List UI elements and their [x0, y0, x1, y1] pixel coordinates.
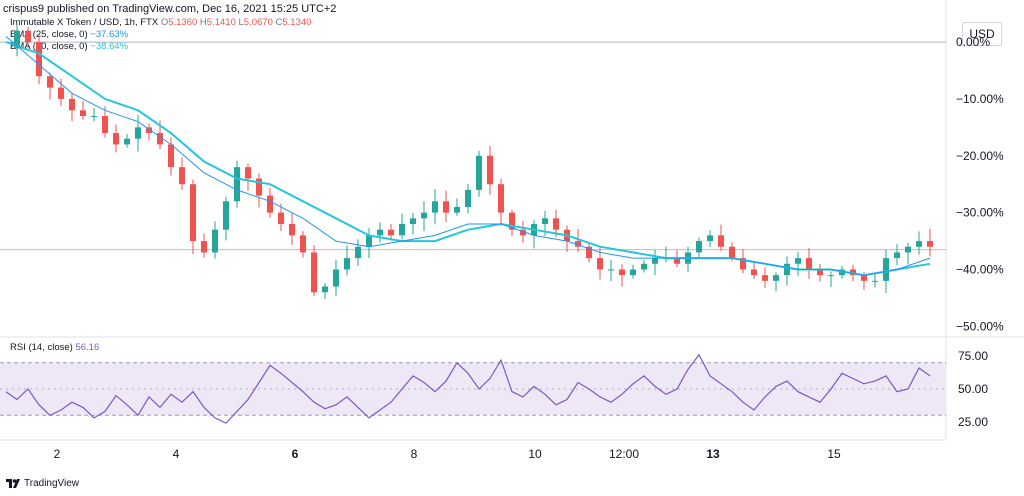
- candle-body: [772, 275, 780, 281]
- candle-body: [90, 116, 98, 117]
- candle-body: [827, 275, 835, 277]
- candle-body: [475, 155, 483, 190]
- candle-body: [596, 258, 604, 270]
- candle-body: [541, 218, 549, 224]
- time-tick-label: 2: [54, 447, 61, 461]
- candle-body: [233, 167, 241, 202]
- candle-body: [783, 263, 791, 276]
- candle-body: [376, 229, 384, 236]
- time-tick-label: 6: [292, 447, 299, 461]
- rsi-tick-label: 50.00: [958, 382, 988, 396]
- tradingview-logo-icon: [6, 479, 20, 488]
- rsi-band-group: [0, 362, 946, 416]
- time-axis-labels: 2 4 6 8 10 12:00 13 15: [54, 447, 841, 461]
- ema-lines-group: [5, 36, 931, 277]
- candle-body: [805, 258, 813, 270]
- candle-body: [409, 218, 417, 224]
- candle-body: [112, 133, 120, 145]
- time-tick-label: 10: [528, 447, 542, 461]
- candle-body: [915, 241, 923, 247]
- candle-body: [123, 138, 131, 145]
- candle-body: [486, 155, 494, 185]
- candle-body: [101, 116, 109, 134]
- candles-group: [13, 22, 934, 300]
- candle-body: [926, 241, 934, 247]
- candle-body: [354, 246, 362, 259]
- candle-body: [200, 241, 208, 253]
- candle-body: [288, 224, 296, 236]
- candle-body: [35, 42, 43, 77]
- candle-body: [629, 269, 637, 276]
- time-tick-label: 12:00: [609, 447, 639, 461]
- candle-body: [695, 241, 703, 253]
- candle-body: [68, 98, 76, 111]
- candle-body: [365, 235, 373, 247]
- candle-body: [728, 246, 736, 259]
- candle-body: [871, 280, 879, 282]
- candle-body: [398, 224, 406, 236]
- ema50-line: [5, 41, 931, 277]
- chart-screenshot: crispus9 published on TradingView.com, D…: [0, 0, 1024, 496]
- candle-body: [442, 201, 450, 213]
- candle-body: [332, 269, 340, 287]
- candle-body: [607, 269, 615, 271]
- candle-body: [761, 275, 769, 281]
- price-tick-label: −10.00%: [956, 92, 1004, 106]
- time-tick-label: 13: [706, 447, 720, 461]
- candle-body: [750, 269, 758, 276]
- rsi-axis-labels: 75.00 50.00 25.00: [958, 349, 988, 429]
- grid-lines: [0, 41, 946, 251]
- tradingview-brand: TradingView: [24, 478, 80, 489]
- rsi-tick-label: 25.00: [958, 415, 988, 429]
- price-chart-svg: 0.00% −10.00% −20.00% −30.00% −40.00% −50.00%…: [0, 0, 1024, 461]
- time-tick-label: 15: [827, 447, 841, 461]
- candle-body: [497, 184, 505, 213]
- candle-body: [222, 201, 230, 230]
- candle-body: [618, 269, 626, 276]
- price-tick-label: −50.00%: [956, 319, 1004, 333]
- candle-body: [882, 258, 890, 281]
- candle-body: [431, 201, 439, 213]
- candle-body: [706, 235, 714, 242]
- price-axis-labels: 0.00% −10.00% −20.00% −30.00% −40.00% −50.00%: [956, 35, 1004, 333]
- candle-body: [244, 167, 252, 179]
- candle-body: [277, 212, 285, 224]
- candle-body: [79, 110, 87, 116]
- candle-body: [343, 258, 351, 270]
- candle-body: [134, 127, 142, 139]
- candle-body: [904, 246, 912, 253]
- candle-body: [46, 76, 54, 88]
- candle-body: [794, 258, 802, 264]
- candle-body: [178, 167, 186, 185]
- candle-body: [420, 212, 428, 219]
- tradingview-footer[interactable]: TradingView: [6, 478, 79, 489]
- candle-body: [189, 184, 197, 242]
- time-tick-label: 8: [411, 447, 418, 461]
- candle-body: [321, 286, 329, 293]
- candle-body: [387, 229, 395, 236]
- price-tick-label: 0.00%: [956, 35, 990, 49]
- candle-body: [464, 189, 472, 207]
- candle-body: [893, 252, 901, 259]
- candle-body: [24, 30, 32, 43]
- candle-body: [57, 87, 65, 99]
- price-tick-label: −20.00%: [956, 149, 1004, 163]
- price-tick-label: −40.00%: [956, 262, 1004, 276]
- candle-body: [310, 252, 318, 293]
- price-tick-label: −30.00%: [956, 206, 1004, 220]
- rsi-tick-label: 75.00: [958, 349, 988, 363]
- candle-body: [640, 263, 648, 270]
- candle-body: [167, 144, 175, 168]
- candle-body: [211, 229, 219, 253]
- candle-body: [651, 258, 659, 264]
- ema25-line: [5, 36, 931, 276]
- time-tick-label: 4: [173, 447, 180, 461]
- candle-body: [552, 218, 560, 230]
- candle-body: [266, 195, 274, 213]
- candle-body: [299, 235, 307, 253]
- candle-body: [453, 206, 461, 213]
- candle-body: [717, 235, 725, 247]
